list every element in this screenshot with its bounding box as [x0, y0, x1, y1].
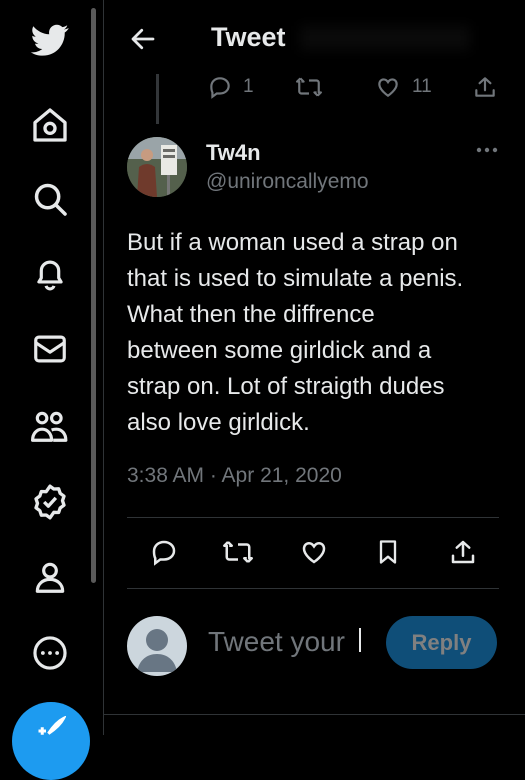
prev-retweet-button[interactable]	[294, 74, 324, 100]
share-button[interactable]	[445, 534, 481, 570]
page-title: Tweet	[211, 22, 286, 52]
divider-top	[127, 517, 499, 518]
home-icon[interactable]	[26, 101, 74, 149]
thread-line	[156, 74, 159, 124]
bookmark-icon	[379, 540, 397, 564]
retweet-button[interactable]	[220, 534, 256, 570]
reply-input[interactable]: Tweet your	[208, 626, 345, 658]
prev-share-button[interactable]	[472, 74, 498, 100]
back-arrow-icon[interactable]	[128, 24, 158, 54]
tweet-text: But if a woman used a strap on that is u…	[127, 229, 464, 436]
retweet-icon	[223, 541, 253, 563]
heart-icon	[378, 78, 398, 97]
communities-icon[interactable]	[26, 402, 74, 450]
reply-icon	[152, 540, 176, 566]
nav-scrollbar[interactable]	[91, 8, 96, 583]
prev-like-button[interactable]: 11	[374, 74, 432, 100]
profile-icon[interactable]	[26, 553, 74, 601]
compose-button[interactable]	[12, 702, 90, 780]
bookmark-button[interactable]	[370, 534, 406, 570]
reply-icon	[210, 77, 230, 99]
bottom-divider	[104, 714, 525, 715]
twitter-logo[interactable]	[26, 16, 74, 64]
prev-reply-count: 1	[243, 76, 254, 97]
more-icon[interactable]	[26, 629, 74, 677]
verified-icon[interactable]	[26, 478, 74, 526]
share-icon	[451, 540, 475, 564]
reply-submit-button[interactable]: Reply	[386, 616, 497, 669]
reply-button[interactable]	[146, 534, 182, 570]
mail-icon[interactable]	[26, 325, 74, 373]
author-avatar[interactable]	[127, 137, 187, 197]
prev-reply-button[interactable]: 1	[207, 74, 254, 100]
like-button[interactable]	[296, 534, 332, 570]
compose-icon	[38, 716, 66, 735]
header-blur	[300, 26, 470, 50]
left-nav	[0, 0, 104, 780]
tweet-more-icon[interactable]	[472, 140, 502, 160]
tweet-timestamp[interactable]: 3:38 AM · Apr 21, 2020	[127, 464, 342, 488]
user-avatar[interactable]	[127, 616, 187, 676]
retweet-icon	[296, 77, 322, 97]
prev-like-count: 11	[412, 76, 432, 97]
bell-icon[interactable]	[26, 250, 74, 298]
divider-bottom	[127, 588, 499, 589]
author-name[interactable]: Tw4n	[206, 140, 261, 166]
share-icon	[475, 77, 495, 97]
author-handle[interactable]: @unironcallyemo	[206, 170, 369, 194]
heart-icon	[302, 541, 326, 564]
text-caret	[359, 628, 361, 652]
search-icon[interactable]	[26, 175, 74, 223]
